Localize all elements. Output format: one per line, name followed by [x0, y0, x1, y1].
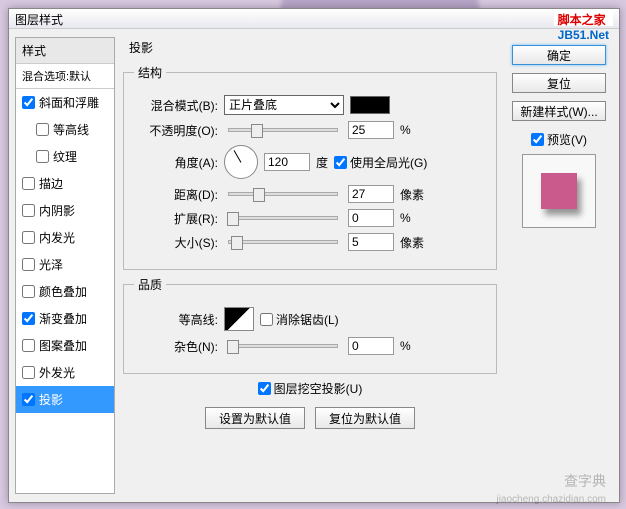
- reset-default-button[interactable]: 复位为默认值: [315, 407, 415, 429]
- blend-mode-select[interactable]: 正片叠底: [224, 95, 344, 115]
- sidebar-item-0[interactable]: 斜面和浮雕: [16, 89, 114, 116]
- sidebar-item-7[interactable]: 颜色叠加: [16, 278, 114, 305]
- sidebar-item-4[interactable]: 内阴影: [16, 197, 114, 224]
- sidebar-label-7: 颜色叠加: [39, 283, 87, 300]
- sidebar-label-2: 纹理: [53, 148, 77, 165]
- cancel-button[interactable]: 复位: [512, 73, 606, 93]
- distance-unit: 像素: [400, 186, 424, 203]
- sidebar-checkbox-3[interactable]: [22, 177, 35, 190]
- size-slider[interactable]: [228, 240, 338, 244]
- opacity-slider[interactable]: [228, 128, 338, 132]
- global-light-label: 使用全局光(G): [350, 154, 427, 171]
- knockout-checkbox[interactable]: [258, 382, 271, 395]
- global-light-checkbox[interactable]: [334, 156, 347, 169]
- sidebar-item-1[interactable]: 等高线: [16, 116, 114, 143]
- sidebar-checkbox-2[interactable]: [36, 150, 49, 163]
- sidebar-label-10: 外发光: [39, 364, 75, 381]
- spread-label: 扩展(R):: [134, 210, 218, 227]
- antialias-label: 消除锯齿(L): [276, 311, 339, 328]
- layer-style-dialog: 图层样式 脚本之家JB51.Net 样式 混合选项:默认 斜面和浮雕等高线纹理描…: [8, 8, 620, 503]
- sidebar-label-1: 等高线: [53, 121, 89, 138]
- titlebar: 图层样式 脚本之家JB51.Net: [9, 9, 619, 29]
- preview-box: [522, 154, 596, 228]
- preview-swatch: [541, 173, 577, 209]
- antialias-checkbox[interactable]: [260, 313, 273, 326]
- sidebar-item-6[interactable]: 光泽: [16, 251, 114, 278]
- watermark-bottom: 查字典: [564, 471, 606, 491]
- quality-group: 品质 等高线: 消除锯齿(L) 杂色(N): %: [123, 276, 497, 374]
- right-buttons: 确定 复位 新建样式(W)... 预览(V): [505, 37, 613, 494]
- quality-legend: 品质: [134, 276, 166, 293]
- knockout-label: 图层挖空投影(U): [274, 380, 363, 397]
- contour-picker[interactable]: [224, 307, 254, 331]
- preview-checkbox[interactable]: [531, 133, 544, 146]
- sidebar-label-0: 斜面和浮雕: [39, 94, 99, 111]
- blend-mode-label: 混合模式(B):: [134, 97, 218, 114]
- sidebar-item-11[interactable]: 投影: [16, 386, 114, 413]
- sidebar-label-4: 内阴影: [39, 202, 75, 219]
- opacity-label: 不透明度(O):: [134, 122, 218, 139]
- sidebar-checkbox-5[interactable]: [22, 231, 35, 244]
- noise-label: 杂色(N):: [134, 338, 218, 355]
- sidebar-item-8[interactable]: 渐变叠加: [16, 305, 114, 332]
- watermark: 脚本之家JB51.Net: [554, 11, 613, 26]
- size-unit: 像素: [400, 234, 424, 251]
- sidebar-item-3[interactable]: 描边: [16, 170, 114, 197]
- main-panel: 投影 结构 混合模式(B): 正片叠底 不透明度(O): % 角度(A):: [115, 37, 505, 494]
- styles-sidebar: 样式 混合选项:默认 斜面和浮雕等高线纹理描边内阴影内发光光泽颜色叠加渐变叠加图…: [15, 37, 115, 494]
- angle-dial[interactable]: [224, 145, 258, 179]
- section-title: 投影: [123, 37, 497, 58]
- window-title: 图层样式: [15, 11, 63, 26]
- sidebar-checkbox-10[interactable]: [22, 366, 35, 379]
- opacity-unit: %: [400, 123, 411, 137]
- noise-unit: %: [400, 339, 411, 353]
- distance-input[interactable]: [348, 185, 394, 203]
- sidebar-header: 样式: [16, 38, 114, 64]
- noise-slider[interactable]: [228, 344, 338, 348]
- ok-button[interactable]: 确定: [512, 45, 606, 65]
- sidebar-checkbox-1[interactable]: [36, 123, 49, 136]
- sidebar-item-9[interactable]: 图案叠加: [16, 332, 114, 359]
- sidebar-label-11: 投影: [39, 391, 63, 408]
- structure-group: 结构 混合模式(B): 正片叠底 不透明度(O): % 角度(A): 度: [123, 64, 497, 270]
- angle-label: 角度(A):: [134, 154, 218, 171]
- sidebar-label-5: 内发光: [39, 229, 75, 246]
- watermark-bottom-url: jiaocheng.chazidian.com: [496, 494, 606, 505]
- distance-slider[interactable]: [228, 192, 338, 196]
- sidebar-label-3: 描边: [39, 175, 63, 192]
- new-style-button[interactable]: 新建样式(W)...: [512, 101, 606, 121]
- sidebar-item-5[interactable]: 内发光: [16, 224, 114, 251]
- size-input[interactable]: [348, 233, 394, 251]
- shadow-color-swatch[interactable]: [350, 96, 390, 114]
- sidebar-item-10[interactable]: 外发光: [16, 359, 114, 386]
- sidebar-item-2[interactable]: 纹理: [16, 143, 114, 170]
- spread-unit: %: [400, 211, 411, 225]
- sidebar-checkbox-8[interactable]: [22, 312, 35, 325]
- sidebar-checkbox-7[interactable]: [22, 285, 35, 298]
- angle-input[interactable]: [264, 153, 310, 171]
- preview-label: 预览(V): [547, 131, 587, 148]
- angle-unit: 度: [316, 154, 328, 171]
- sidebar-checkbox-4[interactable]: [22, 204, 35, 217]
- sidebar-label-9: 图案叠加: [39, 337, 87, 354]
- opacity-input[interactable]: [348, 121, 394, 139]
- sidebar-label-6: 光泽: [39, 256, 63, 273]
- distance-label: 距离(D):: [134, 186, 218, 203]
- sidebar-blend-options[interactable]: 混合选项:默认: [16, 64, 114, 89]
- sidebar-checkbox-0[interactable]: [22, 96, 35, 109]
- sidebar-checkbox-6[interactable]: [22, 258, 35, 271]
- set-default-button[interactable]: 设置为默认值: [205, 407, 305, 429]
- contour-label: 等高线:: [134, 311, 218, 328]
- sidebar-label-8: 渐变叠加: [39, 310, 87, 327]
- structure-legend: 结构: [134, 64, 166, 81]
- spread-slider[interactable]: [228, 216, 338, 220]
- sidebar-checkbox-11[interactable]: [22, 393, 35, 406]
- noise-input[interactable]: [348, 337, 394, 355]
- size-label: 大小(S):: [134, 234, 218, 251]
- sidebar-checkbox-9[interactable]: [22, 339, 35, 352]
- spread-input[interactable]: [348, 209, 394, 227]
